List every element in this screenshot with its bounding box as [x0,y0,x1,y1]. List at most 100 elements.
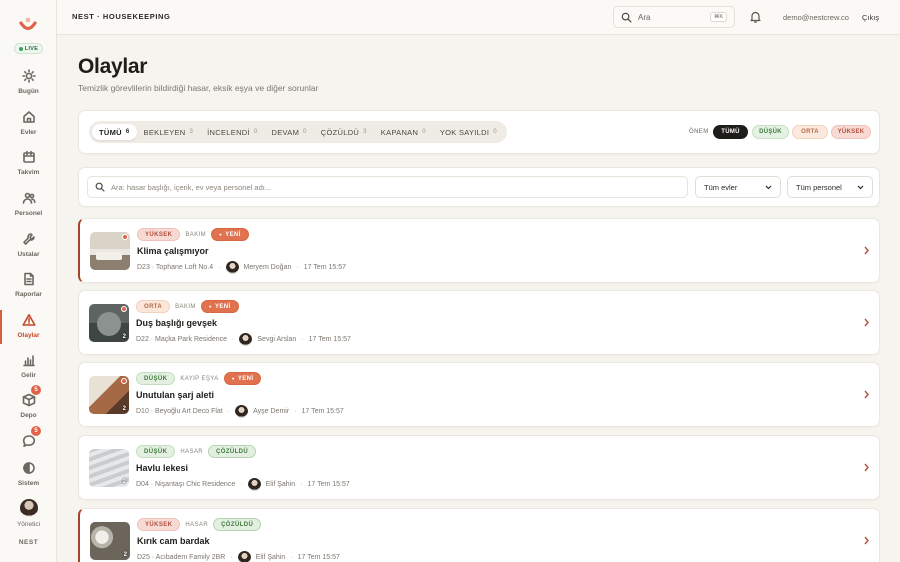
home-select[interactable]: Tüm evler [695,176,781,198]
sidebar-item-olaylar[interactable]: Olaylar [0,310,57,346]
sidebar-item-bugun[interactable]: Bugün [0,66,57,102]
category-label: BAKIM [185,231,207,238]
bell-icon[interactable] [749,10,762,23]
filter-card: TÜMÜ 6 BEKLEYEN 3 İNCELENDİ 0 DEVAM 0 ÇÖZÜLD… [78,110,880,154]
incident-title: Havlu lekesi [136,463,189,473]
sidebar-item-takvim[interactable]: Takvim [0,147,57,183]
tab-count: 3 [189,129,194,135]
severity-high-button[interactable]: YÜKSEK [831,125,871,139]
global-search-placeholder: Ara [638,12,651,22]
nest-logo-icon[interactable] [18,14,38,34]
users-icon [22,192,36,204]
incident-time: 17 Tem 15:57 [301,408,344,415]
severity-badge: YÜKSEK [137,518,181,531]
photo-count: 2 [123,552,127,558]
chevron-right-icon[interactable] [863,390,870,399]
incident-location: D25 · Acıbadem Family 2BR [137,554,226,561]
status-badge: YENİ [223,372,262,385]
severity-label: ÖNEM [689,129,709,135]
bar-chart-icon [22,355,35,367]
separator: · [227,408,231,415]
sidebar-item-ustalar[interactable]: Ustalar [0,229,57,265]
sidebar-item-gelir[interactable]: Gelir [0,350,57,386]
severity-badge: ORTA [136,300,171,313]
category-label: KAYIP EŞYA [180,375,219,382]
tab-closed[interactable]: KAPANAN 0 [374,124,433,140]
tab-count: 3 [363,129,367,135]
sidebar-item-label: Gelir [21,372,36,379]
half-circle-icon [22,462,35,474]
status-tabs: TÜMÜ 6 BEKLEYEN 3 İNCELENDİ 0 DEVAM 0 ÇÖZÜLD… [89,121,507,143]
incident-row[interactable]: 2 DÜŞÜK KAYIP EŞYA YENİ Unutulan şarj al… [78,362,880,427]
incident-row[interactable]: 2 DÜŞÜK HASAR ÇÖZÜLDÜ Havlu lekesi D04 ·… [78,435,880,500]
warning-icon [21,314,36,326]
incident-time: 17 Tem 15:57 [303,264,346,271]
reporter-name: Elif Şahin [255,554,286,561]
sidebar-item-raporlar[interactable]: Raporlar [0,269,57,305]
photo-count: 2 [122,479,126,485]
tab-label: YOK SAYILDI [439,127,490,137]
photo-count: 2 [122,334,126,340]
separator: · [294,408,297,415]
tab-label: DEVAM [271,127,300,137]
chat-icon [22,435,35,447]
tab-count: 0 [303,129,307,135]
incident-location: D22 · Maçka Park Residence [136,336,228,343]
global-search[interactable]: Ara ⌘K [613,6,735,28]
unread-dot-icon [121,306,127,312]
sidebar-item-sistem[interactable]: Sistem [0,458,57,494]
incident-row[interactable]: YÜKSEK BAKIM YENİ Klima çalışmıyor D23 ·… [78,218,880,283]
chevron-right-icon[interactable] [863,246,870,255]
tab-all[interactable]: TÜMÜ 6 [92,124,137,140]
sidebar-item-label: Depo [20,412,37,419]
incident-location: D23 · Tophane Loft No.4 [137,264,214,271]
user-email: demo@nestcrew.co [783,13,849,22]
tab-reviewed[interactable]: İNCELENDİ 0 [200,124,264,140]
incident-search-input[interactable]: Ara: hasar başlığı, içerik, ev veya pers… [87,176,688,198]
sidebar-item-label: Evler [20,129,37,136]
sidebar-item-label: Takvim [17,169,40,176]
sidebar-item-label: Raporlar [15,291,42,298]
search-icon [621,12,632,22]
admin-avatar[interactable] [20,499,38,517]
unread-dot-icon [122,234,128,240]
reporter-avatar [235,405,249,418]
reporter-name: Meryem Doğan [243,264,292,271]
sidebar-item-depo[interactable]: 5 Depo [0,385,57,426]
sidebar-item-evler[interactable]: Evler [0,107,57,143]
tab-count: 0 [493,129,497,135]
tab-label: TÜMÜ [99,127,122,137]
severity-low-button[interactable]: DÜŞÜK [752,125,789,139]
page-title: Olaylar [78,55,148,78]
messages-badge: 5 [31,426,41,436]
category-label: BAKIM [175,303,196,310]
logout-button[interactable]: Çıkış [862,13,879,22]
document-icon [23,272,34,286]
status-badge: YENİ [211,228,249,241]
separator: · [218,264,221,271]
tab-pending[interactable]: BEKLEYEN 3 [137,124,201,140]
tab-label: ÇÖZÜLDÜ [320,127,360,137]
chevron-right-icon[interactable] [863,536,870,545]
tab-in-progress[interactable]: DEVAM 0 [265,124,314,140]
staff-select[interactable]: Tüm personel [787,176,873,198]
incident-title: Duş başlığı gevşek [136,318,218,328]
severity-all-button[interactable]: TÜMÜ [713,125,748,139]
chevron-right-icon[interactable] [863,318,870,327]
incident-row[interactable]: 2 YÜKSEK HASAR ÇÖZÜLDÜ Kırık cam bardak … [78,508,880,562]
search-shortcut: ⌘K [709,12,727,22]
topbar: NEST · HOUSEKEEPING Ara ⌘K demo@nestcrew… [57,0,900,35]
tab-resolved[interactable]: ÇÖZÜLDÜ 3 [314,124,374,140]
tab-count: 6 [125,129,130,135]
chevron-right-icon[interactable] [863,463,870,472]
live-dot-icon [18,46,23,51]
unread-dot-icon [121,378,127,384]
reporter-avatar [237,551,251,562]
severity-mid-button[interactable]: ORTA [792,125,828,139]
box-icon [22,393,35,407]
incident-location: D04 · Nişantaşı Chic Residence [136,481,236,488]
incident-row[interactable]: 2 ORTA BAKIM YENİ Duş başlığı gevşek D22… [78,290,880,355]
tab-ignored[interactable]: YOK SAYILDI 0 [433,124,504,140]
admin-label: Yönetici [16,521,41,528]
sidebar-item-personel[interactable]: Personel [0,188,57,224]
